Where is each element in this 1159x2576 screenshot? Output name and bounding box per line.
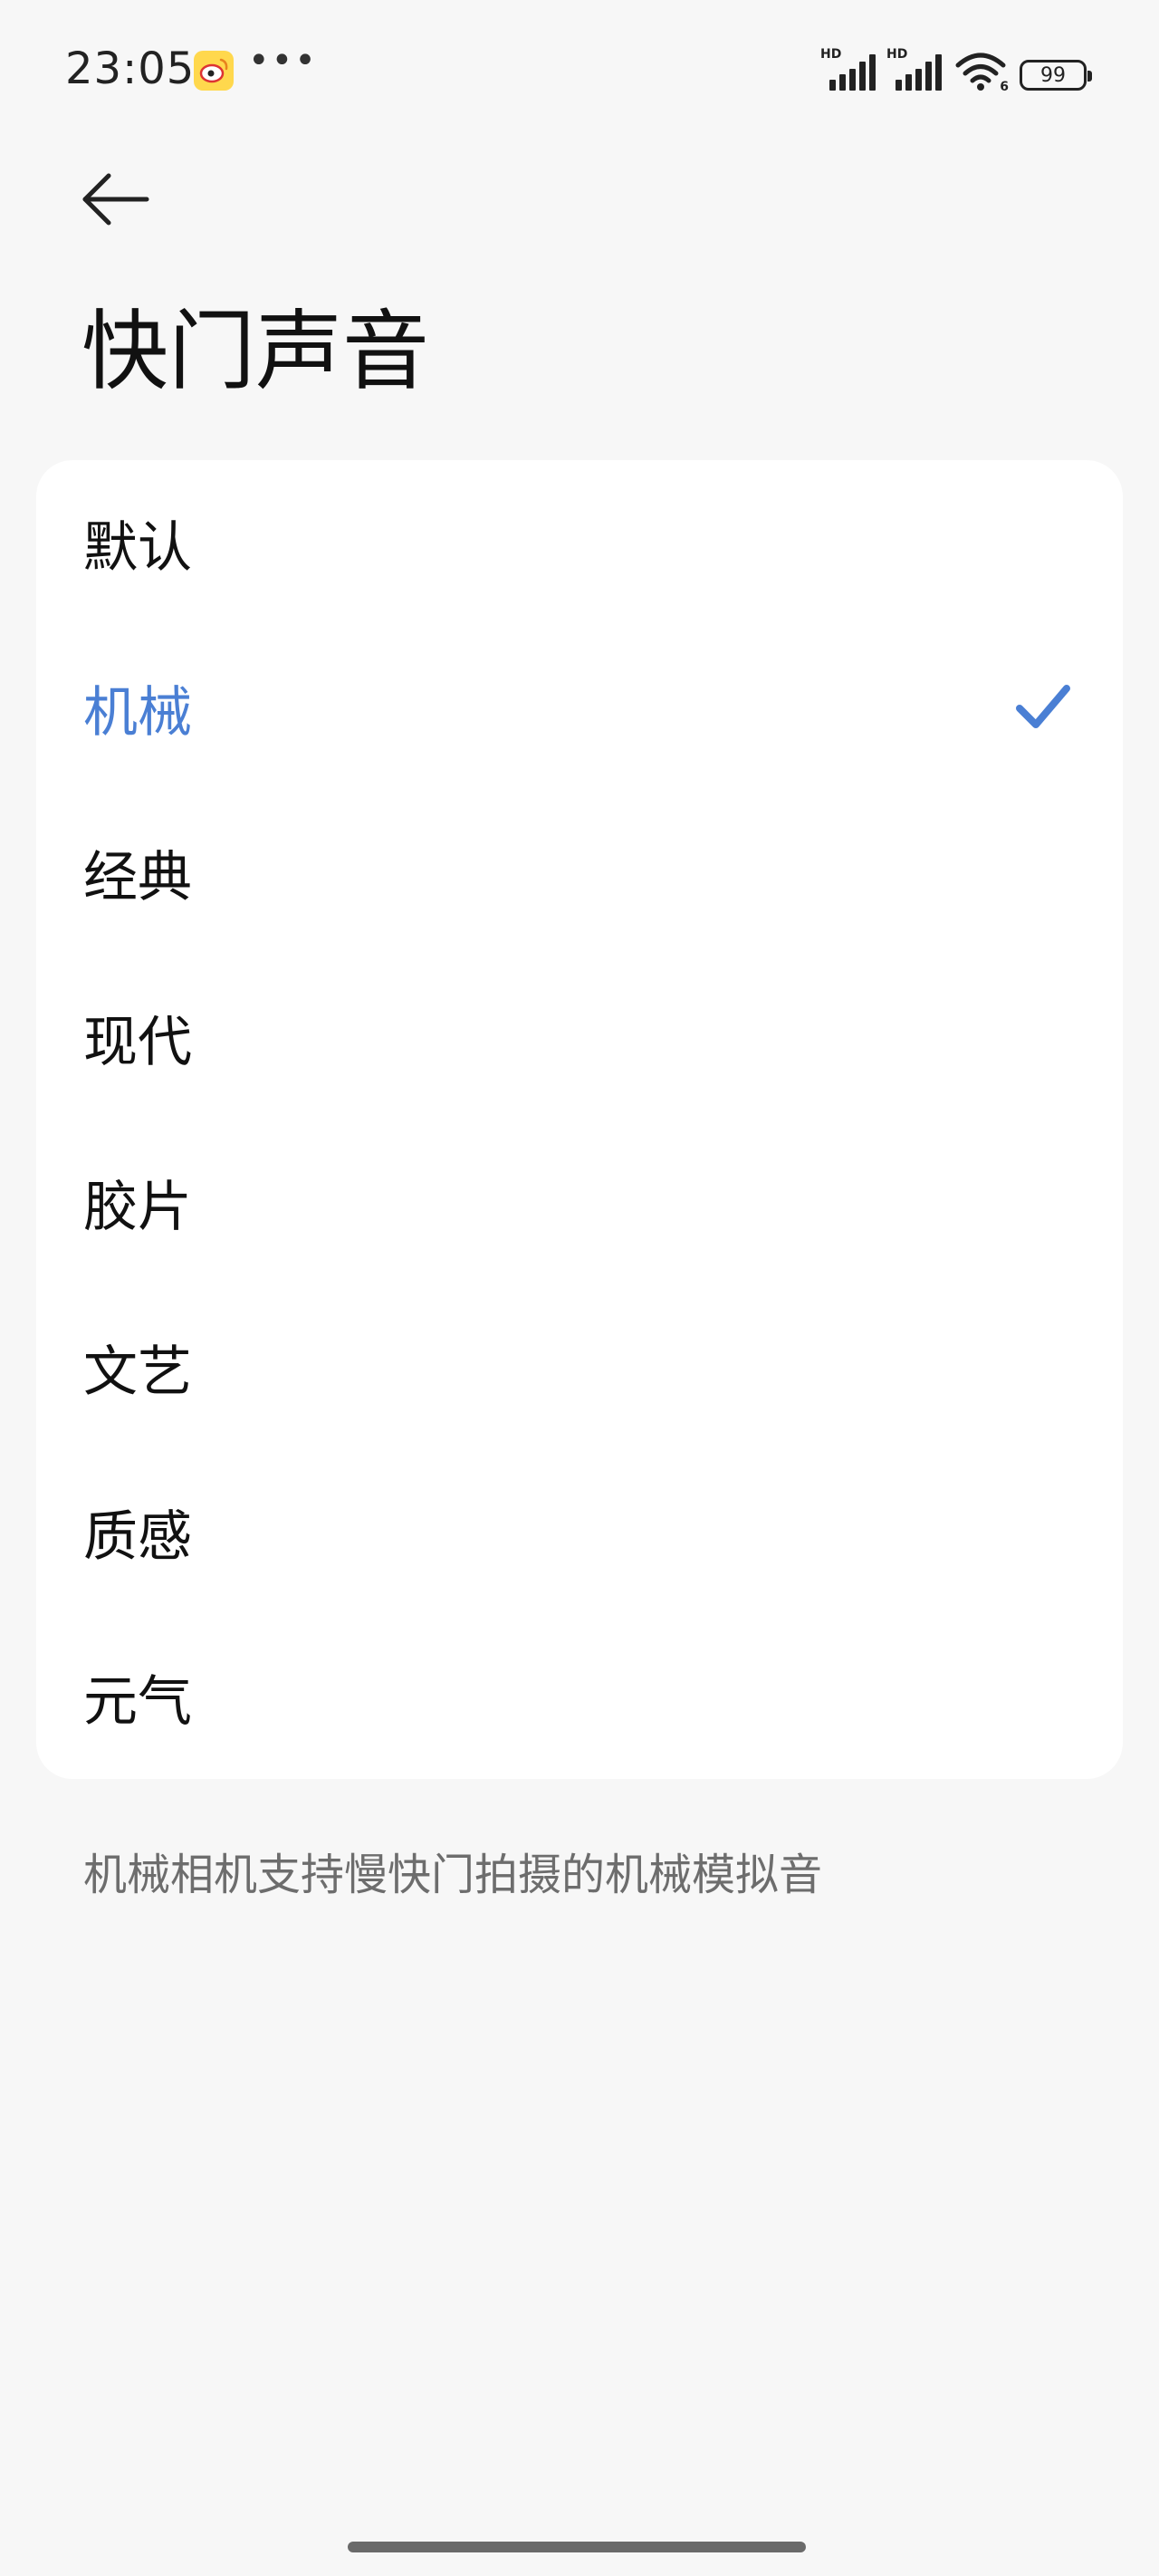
back-button[interactable]	[76, 163, 159, 235]
option-label: 元气	[83, 1669, 192, 1734]
back-arrow-icon	[82, 173, 149, 226]
battery-icon: 99	[1020, 60, 1092, 91]
option-texture[interactable]: 质感	[36, 1449, 1123, 1614]
option-label: 胶片	[83, 1175, 192, 1239]
option-default[interactable]: 默认	[36, 460, 1123, 625]
status-indicators: HD HD 6 99	[820, 47, 1092, 94]
home-indicator[interactable]	[348, 2542, 806, 2552]
weibo-notification-icon	[194, 51, 234, 91]
shutter-sound-options: 默认 机械 经典 现代 胶片 文艺 质感 元气	[36, 460, 1123, 1779]
cellular-signal-icon-1: HD	[820, 47, 876, 91]
option-label: 文艺	[83, 1340, 192, 1404]
check-icon	[1016, 685, 1070, 728]
option-label: 现代	[83, 1010, 192, 1074]
option-label: 默认	[83, 515, 192, 580]
option-modern[interactable]: 现代	[36, 955, 1123, 1120]
option-mechanical[interactable]: 机械	[36, 625, 1123, 790]
option-artistic[interactable]: 文艺	[36, 1284, 1123, 1449]
option-film[interactable]: 胶片	[36, 1120, 1123, 1284]
battery-level: 99	[1040, 63, 1066, 87]
status-bar: 23:05 ••• HD HD 6 99	[0, 0, 1159, 145]
page-title: 快门声音	[81, 301, 429, 402]
option-energetic[interactable]: 元气	[36, 1614, 1123, 1779]
option-label: 经典	[83, 845, 192, 909]
option-description: 机械相机支持慢快门拍摄的机械模拟音	[83, 1850, 823, 1900]
option-label: 质感	[83, 1504, 192, 1569]
wifi-icon: 6	[954, 51, 1009, 94]
status-time: 23:05	[65, 43, 196, 94]
option-classic[interactable]: 经典	[36, 790, 1123, 955]
cellular-signal-icon-2: HD	[886, 47, 942, 91]
more-notifications-icon: •••	[248, 40, 318, 82]
option-label: 机械	[83, 680, 192, 745]
